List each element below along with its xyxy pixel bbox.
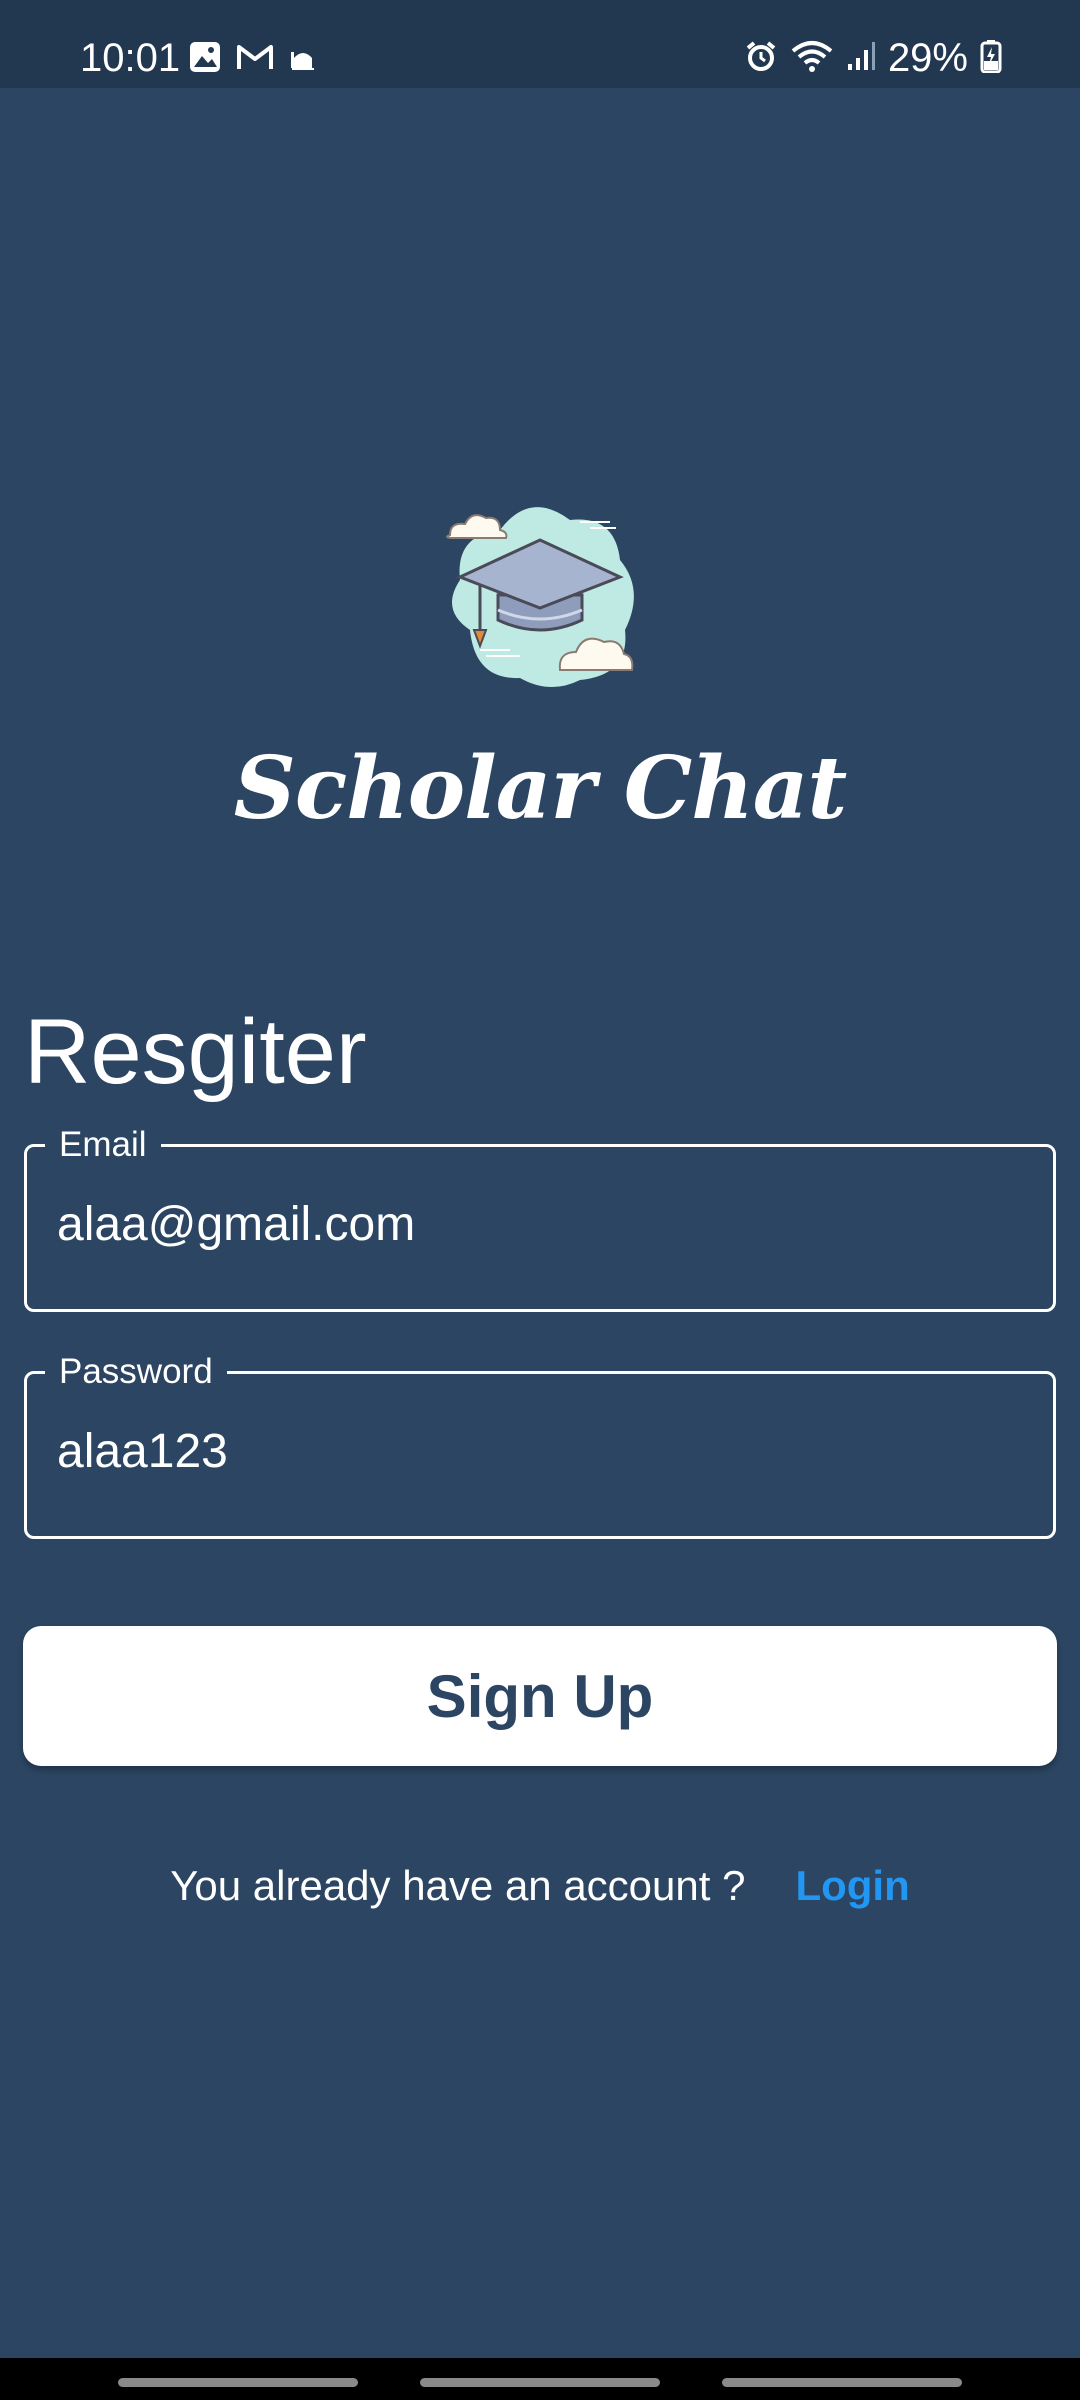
app-logo — [420, 480, 660, 700]
sign-up-button[interactable]: Sign Up — [23, 1626, 1057, 1766]
login-prompt-row: You already have an account ? Login — [0, 1862, 1080, 1910]
password-input[interactable] — [57, 1424, 1017, 1479]
mosque-icon — [288, 42, 318, 77]
status-bar: 10:01 29% — [0, 0, 1080, 88]
graduation-cap-icon — [446, 507, 634, 688]
email-field[interactable]: Email — [24, 1125, 1056, 1312]
notification-icons — [188, 40, 318, 79]
nav-recent-handle[interactable] — [118, 2378, 358, 2387]
login-prompt-text: You already have an account ? — [170, 1862, 746, 1909]
status-time: 10:01 — [80, 36, 181, 80]
password-label: Password — [45, 1352, 227, 1392]
wifi-icon — [790, 39, 834, 78]
email-label: Email — [45, 1125, 161, 1165]
login-link[interactable]: Login — [795, 1862, 909, 1910]
gallery-icon — [188, 40, 222, 79]
page-title: Resgiter — [24, 1001, 367, 1103]
signal-icon — [846, 40, 876, 77]
gmail-icon — [236, 42, 274, 77]
nav-back-handle[interactable] — [722, 2378, 962, 2387]
system-icons: 29% — [744, 36, 1002, 81]
email-input[interactable] — [57, 1197, 1017, 1252]
password-field[interactable]: Password — [24, 1352, 1056, 1539]
alarm-icon — [744, 39, 778, 78]
battery-percent: 29% — [887, 36, 968, 80]
nav-home-handle[interactable] — [420, 2378, 660, 2387]
navigation-bar — [0, 2358, 1080, 2400]
battery-charging-icon — [980, 39, 1002, 78]
app-title: Scholar Chat — [233, 738, 847, 839]
